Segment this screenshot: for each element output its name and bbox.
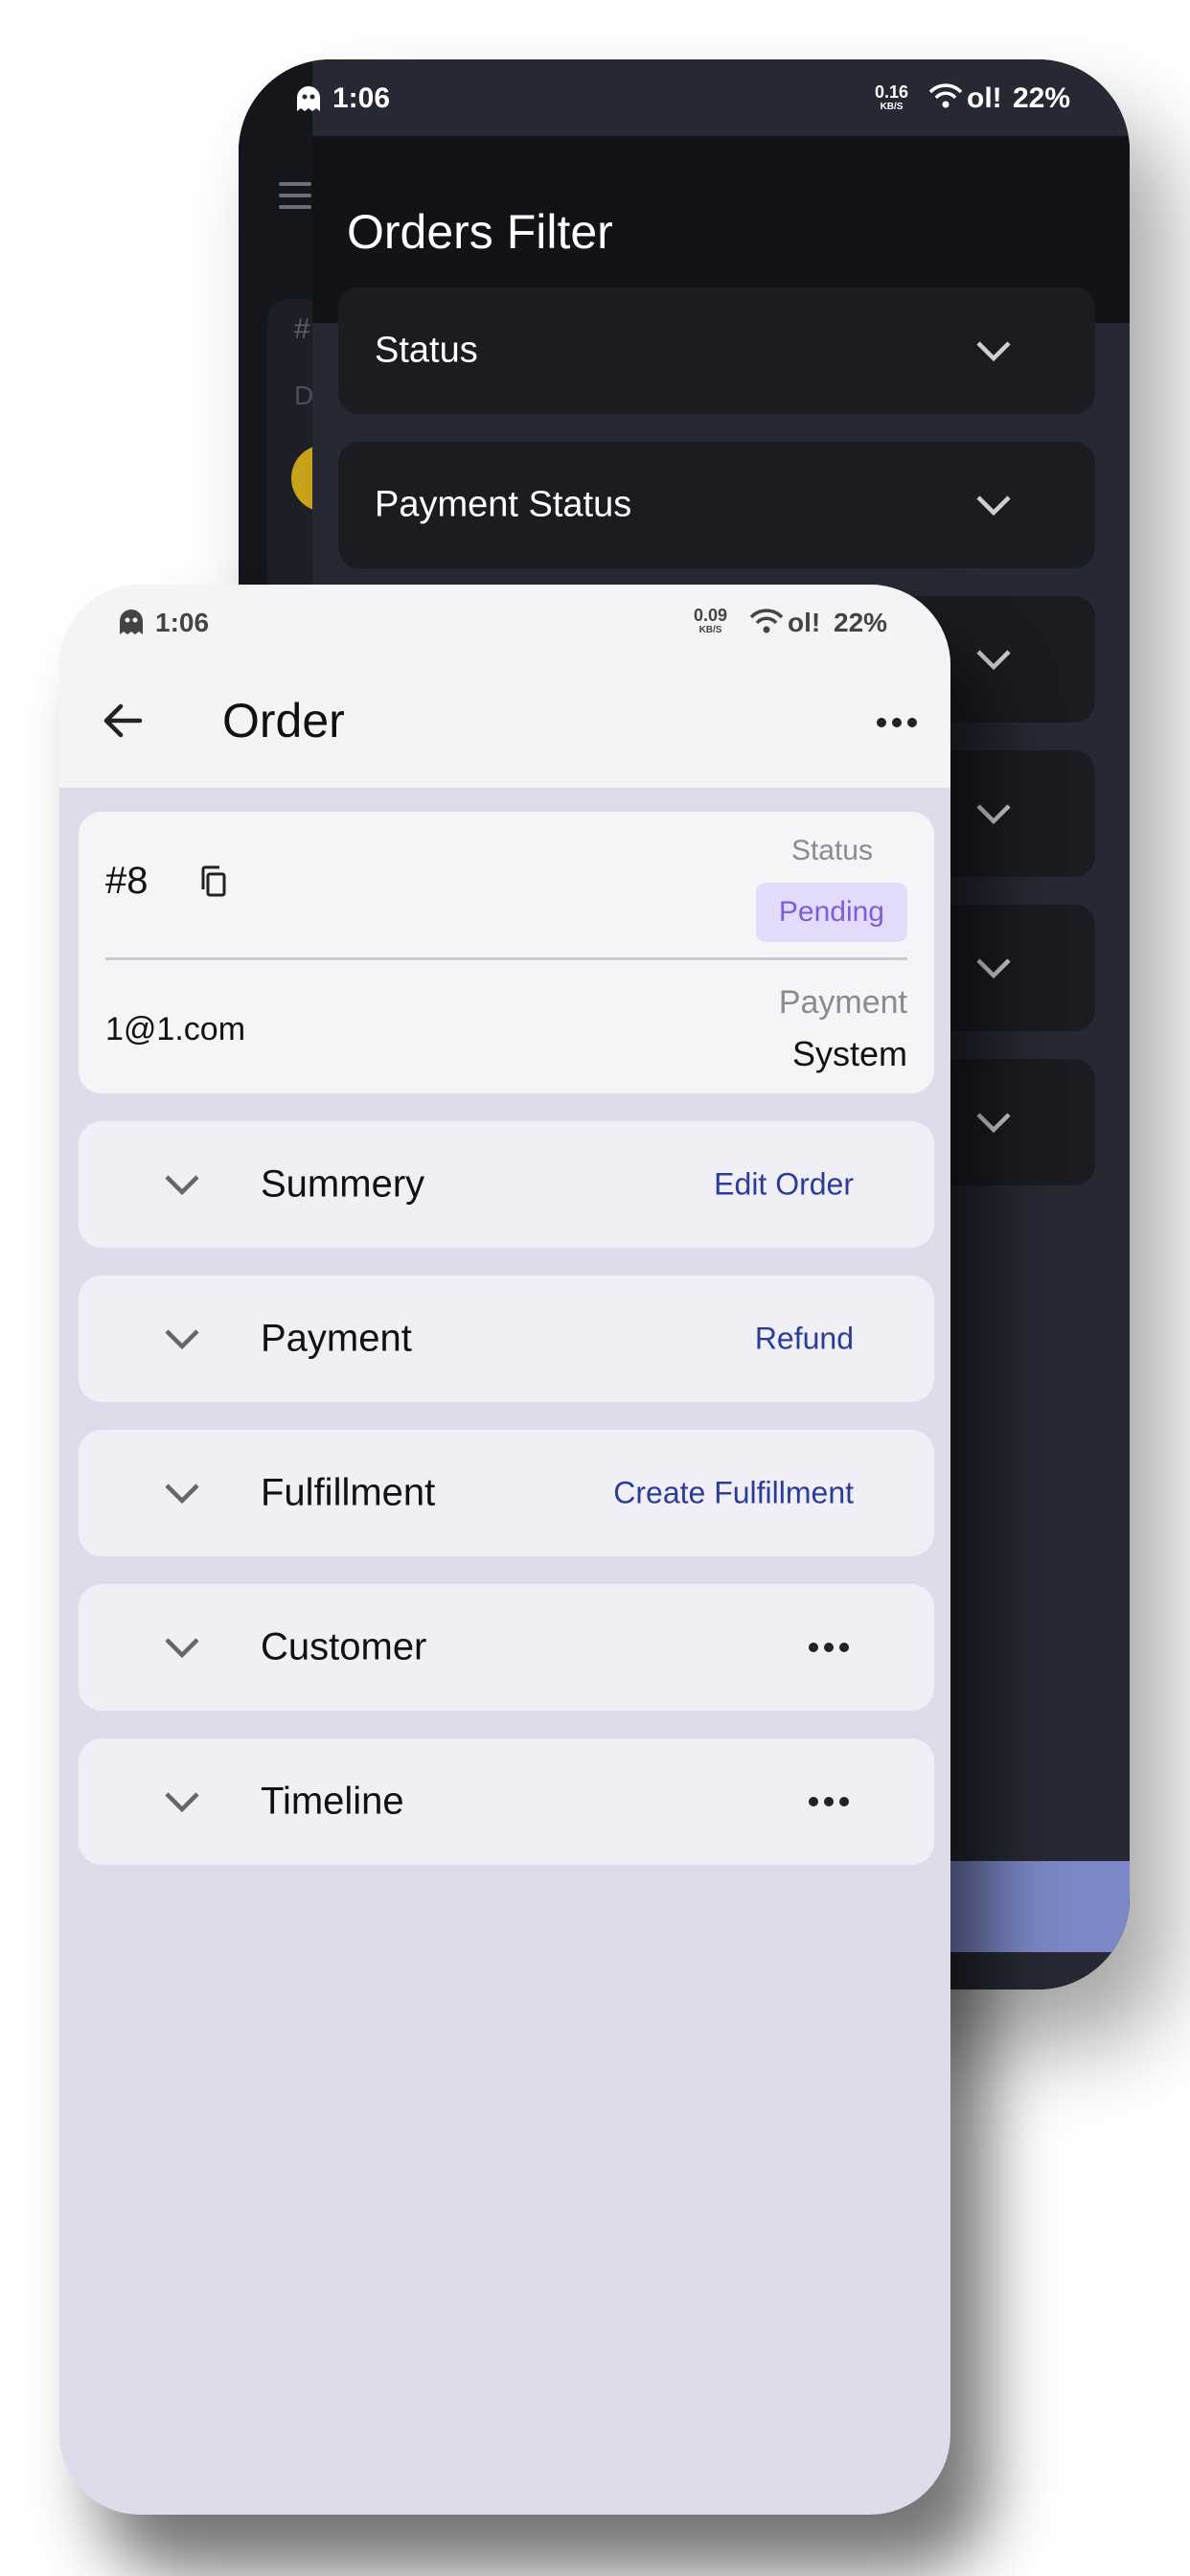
section-title: Summery	[261, 1162, 425, 1206]
ghost-icon	[120, 610, 143, 634]
order-detail-screen: 1:06 0.09 KB/S ol! 22% Order #8 Status Pe…	[59, 585, 950, 2515]
filter-status[interactable]: Status	[338, 288, 1095, 414]
status-bar: 1:06 0.16 KB/S ol! 22%	[239, 59, 1130, 136]
app-header: 1:06 0.09 KB/S ol! 22% Order	[59, 585, 950, 788]
order-date-partial: D	[294, 380, 314, 410]
filter-label: Status	[375, 330, 478, 371]
refund-button[interactable]: Refund	[755, 1322, 854, 1357]
chevron-down-icon	[976, 804, 1011, 825]
chevron-down-icon	[165, 1329, 199, 1350]
network-speed: 0.09 KB/S	[694, 606, 728, 635]
battery-level: 22%	[834, 608, 888, 637]
more-horizontal-icon[interactable]	[808, 1640, 850, 1655]
battery-level: 22%	[1013, 82, 1071, 114]
divider	[105, 957, 907, 960]
order-number: #8	[105, 860, 149, 902]
customer-email: 1@1.com	[105, 1011, 246, 1047]
chevron-down-icon	[976, 958, 1011, 979]
status-label: Status	[790, 835, 873, 866]
filter-label: Payment Status	[375, 484, 632, 525]
section-title: Fulfillment	[261, 1471, 436, 1514]
payment-label: Payment	[778, 984, 907, 1021]
section-title: Payment	[261, 1317, 412, 1360]
copy-icon[interactable]	[195, 863, 232, 900]
page-title: Orders Filter	[347, 205, 613, 259]
section-customer[interactable]: Customer	[79, 1584, 934, 1711]
chevron-down-icon	[976, 1113, 1011, 1134]
create-fulfillment-button[interactable]: Create Fulfillment	[613, 1476, 854, 1511]
menu-icon[interactable]	[279, 182, 311, 209]
status-badge: Pending	[755, 883, 907, 942]
chevron-down-icon	[976, 495, 1011, 517]
edit-order-button[interactable]: Edit Order	[714, 1167, 854, 1203]
section-summery[interactable]: Summery Edit Order	[79, 1121, 934, 1248]
chevron-down-icon	[976, 650, 1011, 671]
section-payment[interactable]: Payment Refund	[79, 1276, 934, 1402]
order-summary-card: #8 Status Pending 1@1.com Payment System	[79, 812, 934, 1093]
section-title: Timeline	[261, 1780, 404, 1823]
status-bar: 1:06 0.09 KB/S ol! 22%	[59, 585, 950, 661]
more-horizontal-icon[interactable]	[868, 705, 926, 740]
wifi-icon	[747, 606, 786, 643]
chevron-down-icon	[165, 1175, 199, 1196]
signal-indicator: ol!	[967, 82, 1002, 114]
more-horizontal-icon[interactable]	[808, 1794, 850, 1809]
chevron-down-icon	[976, 341, 1011, 362]
page-title: Order	[222, 694, 345, 748]
wifi-icon	[927, 80, 965, 119]
arrow-left-icon[interactable]	[100, 698, 146, 744]
chevron-down-icon	[165, 1638, 199, 1659]
ghost-icon	[297, 86, 320, 111]
section-fulfillment[interactable]: Fulfillment Create Fulfillment	[79, 1430, 934, 1556]
network-speed: 0.16 KB/S	[875, 82, 909, 112]
status-time: 1:06	[332, 82, 391, 114]
order-hash-partial: #	[294, 313, 310, 345]
chevron-down-icon	[165, 1484, 199, 1505]
section-timeline[interactable]: Timeline	[79, 1738, 934, 1865]
payment-value: System	[791, 1034, 907, 1073]
status-time: 1:06	[155, 608, 210, 637]
filter-payment-status[interactable]: Payment Status	[338, 442, 1095, 568]
signal-indicator: ol!	[788, 608, 821, 637]
chevron-down-icon	[165, 1792, 199, 1813]
section-title: Customer	[261, 1625, 427, 1668]
